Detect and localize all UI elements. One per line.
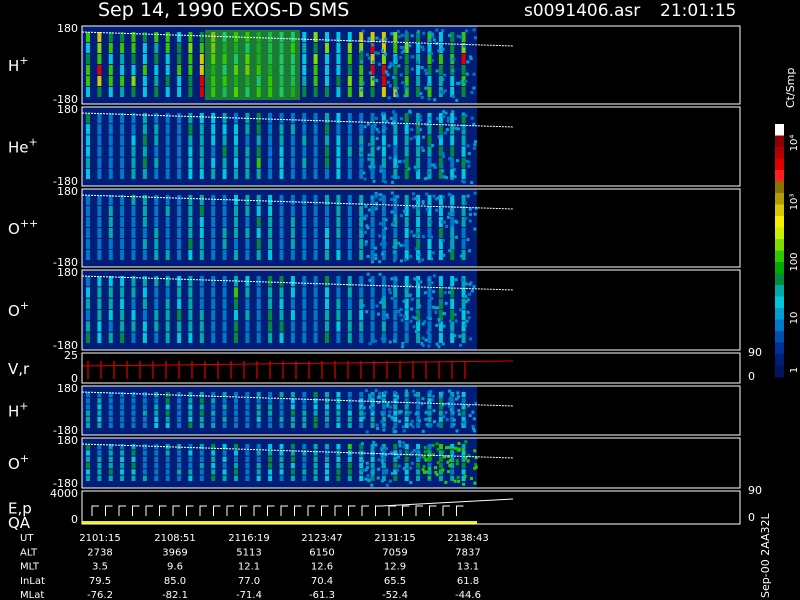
y-tick-min: 0	[71, 513, 78, 526]
ephemeris-cell: 12.1	[238, 562, 260, 573]
exos-d-sms-plot: Sep 14, 1990 EXOS-D SMS s0091406.asr 21:…	[0, 0, 800, 600]
panel-3: O++180-180	[8, 185, 741, 269]
y-tick-max: 180	[57, 382, 78, 395]
ephemeris-cell: 12.9	[384, 562, 406, 573]
y-tick-max: 4000	[50, 487, 78, 500]
r-tick-max: 90	[748, 346, 762, 359]
colorbar-tick: 100	[789, 252, 800, 271]
panels: H+180-180He+180-180O++180-180O+180-180V,…	[8, 22, 762, 532]
colorbar-swatch	[775, 227, 784, 240]
colorbar-swatch	[775, 193, 784, 205]
ephemeris-row-name: MLT	[20, 562, 40, 573]
ephemeris-cell: 70.4	[311, 576, 333, 587]
colorbar-swatch	[775, 181, 784, 194]
colorbar-tick: 10⁴	[789, 135, 800, 152]
ephemeris-cell: 65.5	[384, 576, 406, 587]
ephemeris-cell: -71.4	[236, 590, 262, 600]
panel-4: O+180-180	[8, 266, 741, 352]
colorbar-swatch	[775, 147, 784, 159]
colorbar-swatch	[775, 319, 784, 332]
ephemeris-cell: 61.8	[457, 576, 479, 587]
ephemeris-cell: 85.0	[164, 576, 186, 587]
panel-6: H+180-180	[8, 382, 741, 437]
ephemeris-cell: 12.6	[311, 562, 333, 573]
file-name: s0091406.asr	[524, 1, 640, 21]
r-tick-min: 0	[748, 511, 755, 524]
r-tick-min: 0	[748, 370, 755, 383]
colorbar-tick: 10³	[789, 194, 800, 211]
ephemeris-row-name: UT	[20, 533, 34, 544]
ephemeris-cell: -76.2	[87, 590, 113, 600]
y-tick-max: 180	[57, 434, 78, 447]
colorbar-swatch	[775, 365, 784, 378]
colorbar-swatch	[775, 285, 784, 297]
colorbar-swatch	[775, 124, 784, 136]
ephemeris-cell: 2138:43	[447, 533, 489, 544]
panel-7: O+180-180	[8, 434, 741, 490]
ephemeris-cell: 3.5	[92, 562, 108, 573]
ephemeris-cell: 2123:47	[301, 533, 343, 544]
ephemeris-cell: 2738	[87, 547, 112, 558]
panel-2: He+180-180	[8, 103, 741, 188]
colorbar-swatch	[775, 342, 784, 355]
ephemeris-cell: 77.0	[238, 576, 260, 587]
colorbar-swatch	[775, 158, 784, 171]
colorbar-swatch	[775, 239, 784, 251]
y-tick-max: 180	[57, 266, 78, 279]
colorbar-swatch	[775, 296, 784, 309]
ephemeris-cell: 2101:15	[79, 533, 121, 544]
panel-1: H+180-180	[8, 22, 741, 106]
colorbar-swatch	[775, 262, 784, 274]
ephemeris-cell: 5113	[236, 547, 261, 558]
ephemeris-cell: -52.4	[382, 590, 408, 600]
colorbar-swatch	[775, 331, 784, 343]
y-tick-max: 25	[64, 349, 78, 362]
colorbar-swatch	[775, 135, 784, 148]
colorbar-swatch	[775, 250, 784, 263]
y-tick-max: 180	[57, 185, 78, 198]
colorbar-swatch	[775, 204, 784, 217]
footer-vertical-text: Sep-00 2AA32L	[759, 512, 772, 598]
ephemeris-cell: -82.1	[162, 590, 188, 600]
ephemeris-cell: 9.6	[167, 562, 183, 573]
r-tick-max: 90	[748, 484, 762, 497]
colorbar-swatch	[775, 216, 784, 228]
ephemeris-cell: 2131:15	[374, 533, 416, 544]
ephemeris-cell: 7837	[455, 547, 480, 558]
ephemeris-cell: -44.6	[455, 590, 481, 600]
ephemeris-cell: 7059	[382, 547, 407, 558]
colorbar-tick: 1	[789, 367, 800, 373]
ephemeris-cell: 79.5	[89, 576, 111, 587]
ephemeris-cell: 13.1	[457, 562, 479, 573]
ephemeris-cell: 2116:19	[228, 533, 270, 544]
y-tick-max: 180	[57, 22, 78, 35]
file-time: 21:01:15	[660, 1, 736, 21]
panel-label: V,r	[8, 360, 30, 378]
ephemeris-cell: 2108:51	[154, 533, 196, 544]
colorbar-swatch	[775, 273, 784, 286]
ephemeris-row-name: InLat	[20, 576, 45, 587]
colorbar-unit: Ct/Smp	[784, 68, 797, 108]
colorbar-swatch	[775, 354, 784, 366]
colorbar-swatch	[775, 308, 784, 320]
ephemeris-cell: 3969	[162, 547, 187, 558]
panel-label-2: QA	[8, 514, 31, 532]
ephemeris-row-name: ALT	[20, 547, 38, 558]
ephemeris-cell: -61.3	[309, 590, 335, 600]
plot-title: Sep 14, 1990 EXOS-D SMS	[98, 0, 349, 21]
y-tick-max: 180	[57, 103, 78, 116]
colorbar-swatch	[775, 170, 784, 182]
ephemeris-row-name: MLat	[20, 590, 44, 600]
colorbar-tick: 10	[789, 312, 800, 325]
ephemeris-cell: 6150	[309, 547, 334, 558]
